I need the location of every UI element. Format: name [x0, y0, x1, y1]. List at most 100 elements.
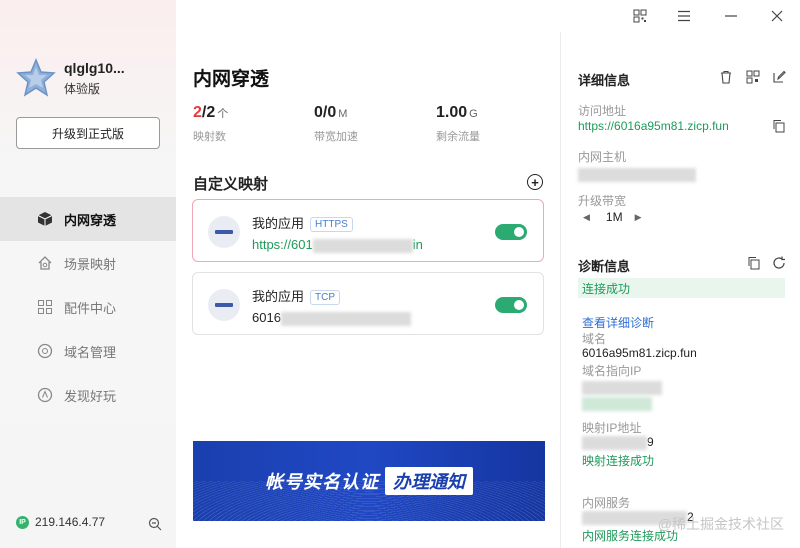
mapping-address[interactable]: 6016 — [252, 310, 411, 326]
sidebar-item-discover[interactable]: 发现好玩 — [0, 373, 176, 417]
redacted-text — [578, 167, 696, 182]
domain-ip-label: 域名指向IP — [582, 364, 642, 378]
redacted-text — [582, 435, 647, 450]
stat-unit: 个 — [217, 108, 229, 120]
stat-traffic: 1.00 G 剩余流量 — [436, 104, 480, 144]
copy-icon[interactable] — [772, 119, 786, 133]
sidebar-item-intranet[interactable]: 内网穿透 — [0, 197, 176, 241]
copy-icon[interactable] — [747, 256, 761, 270]
sidebar-item-label: 发现好玩 — [64, 388, 117, 404]
decrease-icon[interactable]: ◀ — [583, 212, 590, 223]
promo-banner[interactable]: 帐号实名认证 办理通知 — [193, 441, 545, 521]
trash-icon[interactable] — [719, 70, 733, 84]
stat-value-highlight: 2 — [193, 104, 202, 121]
mapping-card[interactable]: 我的应用 HTTPS https://601 in — [192, 199, 544, 262]
access-value[interactable]: https://6016a95m81.zicp.fun — [578, 119, 729, 133]
ip-badge-icon: IP — [16, 515, 29, 529]
diagnosis-title: 诊断信息 — [578, 259, 631, 274]
app-logo-icon — [208, 216, 240, 248]
section-title: 自定义映射 — [193, 176, 269, 193]
bandwidth-label: 升级带宽 — [578, 194, 627, 208]
banner-text: 帐号实名认证 — [265, 472, 379, 492]
domain-ip-status-redacted — [582, 395, 652, 411]
mapping-name: 我的应用 — [252, 216, 305, 231]
qrcode-icon[interactable] — [746, 70, 760, 84]
qrcode-button[interactable] — [630, 6, 650, 26]
home-icon — [36, 254, 54, 272]
increase-icon[interactable]: ▶ — [635, 212, 642, 223]
protocol-tag: TCP — [310, 290, 341, 305]
plan-label: 体验版 — [64, 82, 101, 96]
diagnosis-status: 连接成功 — [578, 278, 785, 298]
ip-value: 219.146.4.77 — [35, 515, 106, 529]
domain-value: 6016a95m81.zicp.fun — [582, 346, 697, 360]
sidebar-item-scene[interactable]: 场景映射 — [0, 241, 176, 285]
mapping-name: 我的应用 — [252, 289, 305, 304]
sidebar-item-accessories[interactable]: 配件中心 — [0, 285, 176, 329]
sidebar-item-label: 域名管理 — [64, 344, 117, 360]
plus-icon: + — [531, 174, 539, 190]
watermark: @稀土掘金技术社区 — [657, 516, 784, 532]
compass-icon — [36, 386, 54, 404]
cube-icon — [36, 210, 54, 228]
stat-mappings: 2/2 个 映射数 — [193, 104, 228, 144]
menu-icon — [678, 10, 690, 22]
stat-label: 带宽加速 — [314, 131, 358, 143]
stat-value: 1.00 — [436, 104, 468, 121]
mapping-url-prefix: 6016 — [252, 310, 281, 325]
redacted-text — [280, 311, 411, 326]
bandwidth-value: 1M — [605, 210, 623, 224]
close-button[interactable] — [767, 6, 787, 26]
page-title: 内网穿透 — [193, 69, 270, 90]
ip-address: IP 219.146.4.77 — [16, 515, 105, 529]
menu-button[interactable] — [674, 6, 694, 26]
stat-unit: G — [469, 108, 478, 120]
mapping-name-row: 我的应用 HTTPS — [252, 213, 353, 232]
stat-unit: M — [338, 108, 348, 120]
zoom-icon[interactable] — [148, 517, 162, 531]
redacted-text — [582, 396, 652, 411]
globe-icon — [36, 342, 54, 360]
minimize-button[interactable] — [721, 6, 741, 26]
minimize-icon — [725, 15, 737, 17]
details-panel: 详细信息 访问地址 https://6016a95m81.zicp.fun 内网… — [560, 32, 800, 548]
stat-label: 映射数 — [193, 131, 226, 143]
refresh-icon[interactable] — [772, 256, 786, 270]
edit-icon[interactable] — [772, 70, 786, 84]
diagnosis-detail-link[interactable]: 查看详细诊断 — [582, 314, 654, 331]
mapping-ip-suffix: 9 — [647, 435, 654, 449]
qrcode-icon — [633, 9, 647, 23]
grid-icon — [36, 298, 54, 316]
mapping-toggle[interactable] — [495, 224, 527, 240]
sidebar-item-label: 内网穿透 — [64, 212, 117, 228]
details-title: 详细信息 — [578, 73, 631, 88]
stat-value: /2 — [201, 104, 216, 121]
stat-bandwidth: 0/0 M 带宽加速 — [314, 104, 358, 144]
mapping-url-suffix: in — [412, 237, 423, 252]
mapping-ip-label: 映射IP地址 — [582, 421, 642, 435]
mapping-url[interactable]: https://601 in — [252, 237, 423, 253]
app-logo-icon — [208, 289, 240, 321]
banner-badge: 办理通知 — [385, 467, 473, 495]
bandwidth-stepper: ◀ 1M ▶ — [583, 210, 642, 224]
username: qlglg10... — [64, 60, 125, 76]
sidebar-item-domain[interactable]: 域名管理 — [0, 329, 176, 373]
add-mapping-button[interactable]: + — [527, 174, 543, 190]
sidebar-item-label: 场景映射 — [64, 256, 117, 272]
mapping-url-prefix: https://601 — [252, 237, 313, 252]
stat-label: 剩余流量 — [436, 131, 480, 143]
mapping-toggle[interactable] — [495, 297, 527, 313]
mapping-status: 映射连接成功 — [582, 454, 655, 468]
sidebar-nav: 内网穿透 场景映射 配件中心 域名管理 发现好玩 — [0, 197, 176, 417]
upgrade-button[interactable]: 升级到正式版 — [16, 117, 160, 149]
redacted-text — [312, 238, 413, 253]
close-icon — [771, 10, 783, 22]
domain-label: 域名 — [582, 332, 607, 346]
mapping-card[interactable]: 我的应用 TCP 6016 — [192, 272, 544, 335]
sidebar: qlglg10... 体验版 升级到正式版 内网穿透 场景映射 配件中心 域名管… — [0, 0, 176, 548]
sidebar-item-label: 配件中心 — [64, 300, 117, 316]
window-titlebar — [176, 0, 800, 32]
mapping-name-row: 我的应用 TCP — [252, 286, 341, 305]
mapping-ip-row: 9 — [582, 435, 654, 450]
star-avatar-icon[interactable] — [16, 58, 56, 98]
